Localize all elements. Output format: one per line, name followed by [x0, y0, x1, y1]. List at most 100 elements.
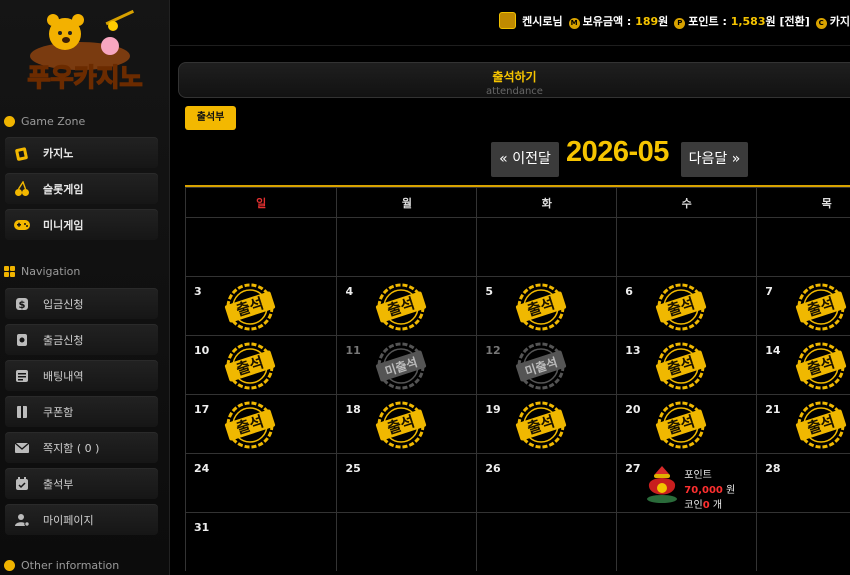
casino-coin: C 카지 — [815, 13, 850, 29]
attended-stamp-icon: 출석 — [220, 341, 280, 391]
calendar-week-row: 1출석 — [185, 217, 850, 277]
brand-logo[interactable]: 푸우카지노 — [10, 6, 160, 94]
reward-point-row: 70,000 원 — [684, 483, 735, 498]
calendar-day-cell[interactable]: 24 — [185, 453, 338, 513]
stamp-text: 출석 — [805, 412, 837, 438]
day-number: 4 — [345, 285, 354, 298]
sidebar-item-casino[interactable]: 카지노 — [5, 137, 158, 168]
day-number: 12 — [485, 344, 501, 357]
calendar-day-cell[interactable]: 31 — [185, 512, 338, 571]
casino-coin-icon: C — [815, 17, 827, 29]
stamp-text: 출석 — [525, 294, 557, 320]
calendar-day-cell — [476, 512, 618, 571]
calendar-week-row: 3출석4출석5출석6출석7출석8출석 — [185, 276, 850, 336]
weekday-sun: 일 — [185, 187, 338, 218]
calendar-day-cell[interactable]: 20 출석 — [616, 394, 758, 454]
attended-stamp-icon: 출석 — [651, 282, 711, 332]
sidebar-item-withdraw[interactable]: 출금신청 — [5, 324, 158, 355]
next-month-button[interactable]: 다음달 » — [681, 142, 748, 177]
calendar-day-cell[interactable]: 26 — [476, 453, 618, 513]
stamp-text: 출석 — [665, 353, 697, 379]
betting-history-icon — [5, 360, 39, 391]
prev-month-button[interactable]: « 이전달 — [491, 142, 559, 177]
svg-text:$: $ — [19, 300, 26, 311]
calendar-day-cell — [616, 217, 758, 277]
calendar-day-cell[interactable]: 5 출석 — [476, 276, 618, 336]
sidebar-item-minigame[interactable]: 미니게임 — [5, 209, 158, 240]
calendar-day-cell[interactable]: 12 미출석 — [476, 335, 618, 395]
missed-stamp-icon: 미출석 — [371, 341, 431, 391]
calendar-day-cell[interactable]: 14 출석 — [756, 335, 850, 395]
stamp-text: 출석 — [665, 294, 697, 320]
day-number: 24 — [194, 462, 210, 475]
attendance-calendar: 일 월 화 수 목 금 1출석3출석4출석5출석6출석7출석8출석10출석11미… — [185, 185, 850, 571]
attended-stamp-icon: 출석 — [791, 400, 850, 450]
balance-unit: 원 — [658, 14, 669, 28]
avatar[interactable] — [499, 12, 517, 29]
attended-stamp-icon: 출석 — [220, 282, 280, 332]
calendar-day-cell[interactable]: 21 출석 — [756, 394, 850, 454]
reward-coin-row: 코인0 개 — [684, 498, 735, 513]
gamepad-icon — [5, 209, 39, 240]
page-title: 출석하기 — [492, 70, 537, 84]
point-coin-icon: P — [674, 17, 686, 29]
balance-value: 189 — [635, 14, 659, 28]
point-label: 포인트 : — [688, 14, 731, 28]
sidebar-item-mypage[interactable]: 마이페이지 — [5, 504, 158, 535]
sidebar-item-label: 쪽지함 ( 0 ) — [43, 441, 100, 455]
calendar-check-icon — [5, 468, 39, 499]
reward-coin-label: 코인 — [684, 500, 703, 511]
sidebar-item-mailbox[interactable]: 쪽지함 ( 0 ) — [5, 432, 158, 463]
attended-stamp-icon: 출석 — [511, 282, 571, 332]
sidebar-item-label: 출석부 — [43, 477, 74, 491]
calendar-day-cell[interactable]: 7 출석 — [756, 276, 850, 336]
calendar-day-cell[interactable]: 27 포인트 70,000 원 코인0 개 — [616, 453, 758, 513]
sidebar-item-label: 마이페이지 — [43, 513, 94, 527]
deposit-icon: $ — [5, 288, 39, 319]
sidebar-item-deposit[interactable]: $ 입금신청 — [5, 288, 158, 319]
attended-stamp-icon: 출석 — [651, 400, 711, 450]
page-header: 출석하기 attendance — [178, 62, 850, 98]
casino-chip-icon — [5, 137, 39, 168]
day-number: 19 — [485, 403, 501, 416]
stamp-text: 출석 — [665, 412, 697, 438]
calendar-day-cell[interactable]: 17 출석 — [185, 394, 338, 454]
calendar-day-cell[interactable]: 13 출석 — [616, 335, 758, 395]
calendar-day-cell — [336, 217, 478, 277]
calendar-day-cell — [476, 217, 618, 277]
calendar-day-cell[interactable]: 28 — [756, 453, 850, 513]
day-number: 14 — [765, 344, 781, 357]
sidebar-item-betting-history[interactable]: 배팅내역 — [5, 360, 158, 391]
calendar-day-cell[interactable]: 4 출석 — [336, 276, 478, 336]
sidebar-item-coupon[interactable]: 쿠폰함 — [5, 396, 158, 427]
calendar-day-cell[interactable]: 3 출석 — [185, 276, 338, 336]
calendar-day-cell[interactable]: 19 출석 — [476, 394, 618, 454]
day-number: 20 — [625, 403, 641, 416]
sidebar-item-attendance[interactable]: 출석부 — [5, 468, 158, 499]
sidebar-item-label: 미니게임 — [43, 218, 84, 232]
calendar-day-cell[interactable]: 6 출석 — [616, 276, 758, 336]
calendar-week-row: 10출석11미출석12미출석13출석14출석15출석 — [185, 335, 850, 395]
calendar-day-cell[interactable]: 10 출석 — [185, 335, 338, 395]
calendar-day-cell[interactable]: 11 미출석 — [336, 335, 478, 395]
page-subtitle: attendance — [486, 86, 543, 97]
calendar-day-cell[interactable]: 18 출석 — [336, 394, 478, 454]
attended-stamp-icon: 출석 — [511, 400, 571, 450]
day-number: 6 — [625, 285, 633, 298]
info-dot-icon — [4, 560, 15, 571]
sidebar-item-slots[interactable]: 슬롯게임 — [5, 173, 158, 204]
mail-icon — [5, 432, 39, 463]
coupon-icon — [5, 396, 39, 427]
points: P 포인트 : 1,583원 [전환] — [674, 13, 810, 29]
stamp-text: 출석 — [525, 412, 557, 438]
attended-stamp-icon: 출석 — [220, 400, 280, 450]
calendar-day-cell[interactable]: 25 — [336, 453, 478, 513]
day-number: 27 — [625, 462, 641, 475]
reward-info: 포인트 70,000 원 코인0 개 — [684, 468, 735, 513]
convert-button[interactable]: [전환] — [779, 15, 809, 28]
calendar-grid: 일 월 화 수 목 금 1출석3출석4출석5출석6출석7출석8출석10출석11미… — [185, 187, 850, 571]
attendance-book-button[interactable]: 출석부 — [185, 106, 236, 130]
username[interactable]: 켄시로님 — [522, 13, 562, 29]
stamp-text: 출석 — [386, 412, 418, 438]
navigation-title: Navigation — [21, 265, 81, 278]
